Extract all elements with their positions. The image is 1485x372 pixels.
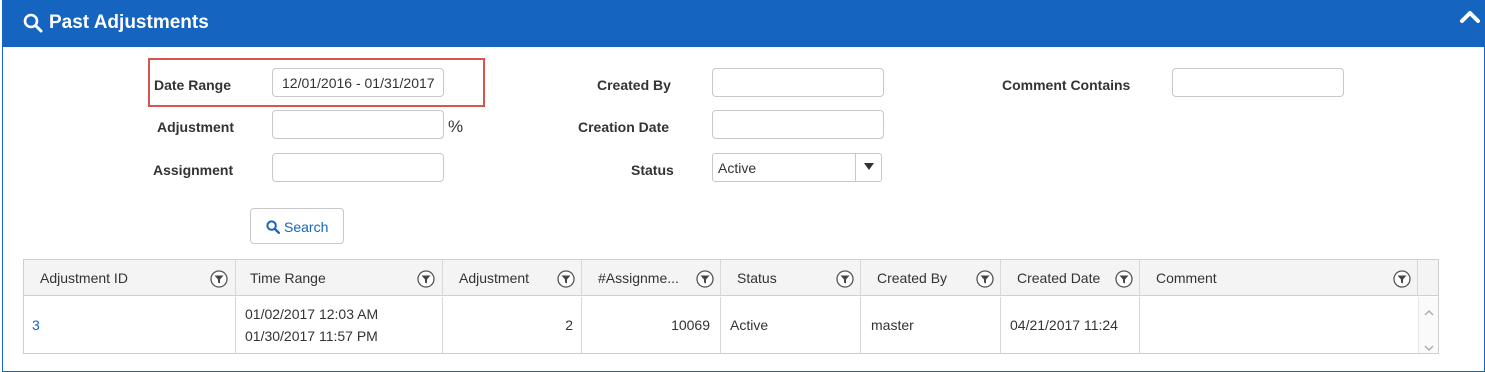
scroll-down-icon[interactable] (1424, 339, 1434, 357)
date-range-label: Date Range (154, 77, 232, 93)
status-label: Status (631, 162, 674, 178)
column-header-label: Adjustment (459, 270, 530, 286)
created-by-label: Created By (597, 77, 671, 93)
search-icon (266, 220, 280, 234)
status-dropdown-toggle[interactable] (855, 154, 881, 181)
status-value: Active (730, 317, 769, 333)
creation-date-label: Creation Date (578, 119, 670, 135)
date-range-input[interactable] (272, 68, 444, 97)
chevron-up-icon[interactable] (1459, 9, 1481, 28)
cell-adjustment-id: 3 (24, 297, 236, 353)
cell-created-date: 04/21/2017 11:24 (1001, 297, 1140, 353)
adjustment-input[interactable] (272, 110, 444, 139)
panel-header: Past Adjustments (3, 0, 1485, 47)
time-range-start: 01/02/2017 12:03 AM (245, 306, 379, 322)
adjustment-value: 2 (565, 317, 573, 333)
status-select[interactable]: Active (712, 153, 882, 182)
column-header-label: Time Range (250, 270, 326, 286)
filter-icon[interactable] (696, 270, 714, 291)
filter-icon[interactable] (976, 270, 994, 291)
panel-title: Past Adjustments (49, 12, 209, 33)
column-header-adjustment[interactable]: Adjustment (443, 260, 582, 296)
filter-icon[interactable] (1115, 270, 1133, 291)
filter-icon[interactable] (210, 270, 228, 291)
search-icon (23, 13, 43, 38)
column-header-adjustment-id[interactable]: Adjustment ID (24, 260, 236, 296)
assignment-input[interactable] (272, 153, 444, 182)
adjustment-id-link[interactable]: 3 (32, 317, 40, 333)
column-header-assignments[interactable]: #Assignme... (582, 260, 721, 296)
column-header-label: Comment (1156, 270, 1217, 286)
assignment-label: Assignment (153, 162, 234, 178)
status-select-value: Active (718, 160, 757, 176)
search-button[interactable]: Search (250, 208, 344, 244)
filter-icon[interactable] (557, 270, 575, 291)
creation-date-input[interactable] (712, 110, 884, 139)
comment-contains-input[interactable] (1172, 68, 1344, 97)
caret-down-icon (864, 163, 874, 170)
cell-status: Active (721, 297, 861, 353)
column-header-label: Created Date (1017, 270, 1101, 286)
column-header-comment[interactable]: Comment (1140, 260, 1418, 296)
grid-header: Adjustment ID Time Range Adjustment #Ass… (24, 260, 1438, 296)
cell-adjustment: 2 (443, 297, 582, 353)
adjustments-grid: Adjustment ID Time Range Adjustment #Ass… (23, 259, 1439, 354)
column-header-label: #Assignme... (598, 270, 679, 286)
adjustment-label: Adjustment (157, 119, 234, 135)
filter-icon[interactable] (417, 270, 435, 291)
column-header-created-by[interactable]: Created By (861, 260, 1001, 296)
created-by-input[interactable] (712, 68, 884, 97)
assignments-value: 10069 (671, 317, 710, 333)
column-header-label: Adjustment ID (40, 270, 128, 286)
column-header-label: Created By (877, 270, 948, 286)
cell-comment (1140, 297, 1418, 353)
search-button-label: Search (284, 219, 329, 235)
scroll-up-icon[interactable] (1424, 303, 1434, 321)
past-adjustments-panel: Past Adjustments Date Range Adjustment %… (2, 0, 1485, 372)
filter-icon[interactable] (836, 270, 854, 291)
time-range-end: 01/30/2017 11:57 PM (245, 328, 378, 344)
comment-contains-label: Comment Contains (1002, 77, 1131, 93)
filter-icon[interactable] (1393, 270, 1411, 291)
grid-vertical-scrollbar[interactable] (1418, 297, 1438, 353)
created-date-value: 04/21/2017 11:24 (1010, 317, 1118, 333)
cell-created-by: master (861, 297, 1001, 353)
created-by-value: master (871, 317, 914, 333)
cell-assignments: 10069 (582, 297, 721, 353)
cell-time-range: 01/02/2017 12:03 AM 01/30/2017 11:57 PM (236, 297, 443, 353)
grid-body: 3 01/02/2017 12:03 AM 01/30/2017 11:57 P… (24, 297, 1438, 353)
percent-suffix: % (448, 117, 464, 136)
column-header-time-range[interactable]: Time Range (236, 260, 443, 296)
column-header-created-date[interactable]: Created Date (1001, 260, 1140, 296)
column-header-label: Status (737, 270, 777, 286)
column-header-status[interactable]: Status (721, 260, 861, 296)
